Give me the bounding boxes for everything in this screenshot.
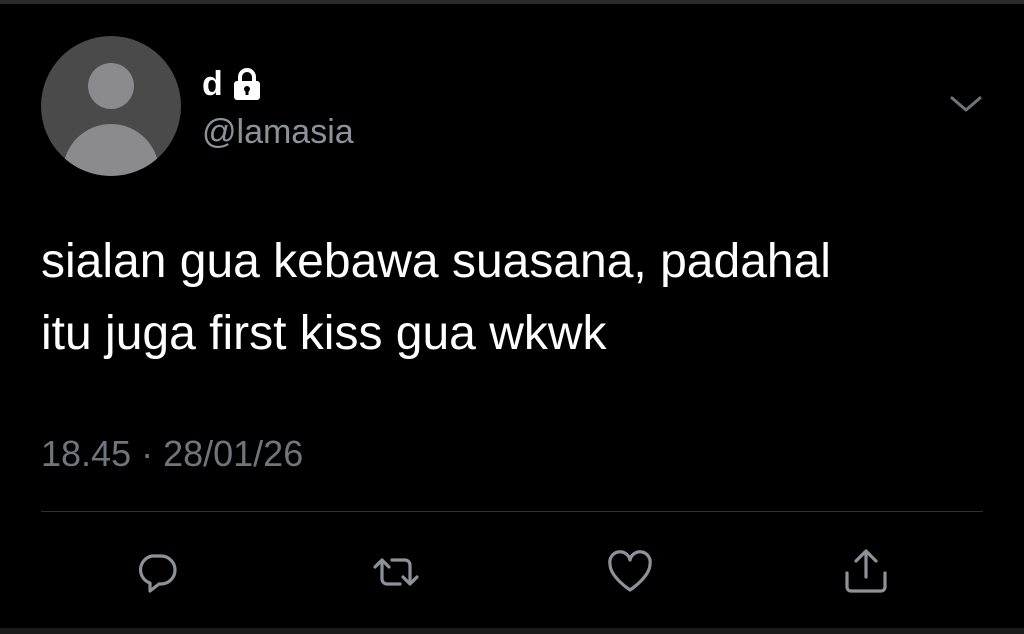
avatar-head [88, 63, 134, 109]
share-button[interactable] [840, 546, 892, 598]
tweet-date[interactable]: 28/01/26 [163, 432, 303, 475]
tweet-text-line: itu juga first kiss gua wkwk [41, 307, 607, 360]
meta-separator: · [141, 433, 154, 474]
retweet-icon [373, 558, 419, 586]
retweet-button[interactable] [370, 546, 422, 598]
tweet-meta: 18.45 · 28/01/26 [41, 432, 303, 475]
tweet-text: sialan gua kebawa suasana, padahal itu j… [41, 226, 991, 370]
divider [41, 511, 983, 512]
display-name[interactable]: d [202, 67, 223, 101]
reply-button[interactable] [131, 546, 183, 598]
user-handle[interactable]: @lamasia [202, 112, 354, 153]
share-icon [845, 549, 887, 593]
like-button[interactable] [604, 546, 656, 598]
top-border [0, 0, 1024, 4]
heart-icon [608, 550, 652, 592]
bottom-border [0, 628, 1024, 634]
avatar-body [63, 124, 159, 176]
chevron-down-icon[interactable] [948, 92, 984, 116]
display-name-row[interactable]: d [202, 62, 263, 106]
lock-icon [233, 68, 260, 100]
tweet-time: 18.45 [41, 433, 132, 474]
avatar[interactable] [41, 36, 181, 176]
reply-icon [139, 554, 177, 593]
tweet-text-line: sialan gua kebawa suasana, padahal [41, 235, 831, 288]
